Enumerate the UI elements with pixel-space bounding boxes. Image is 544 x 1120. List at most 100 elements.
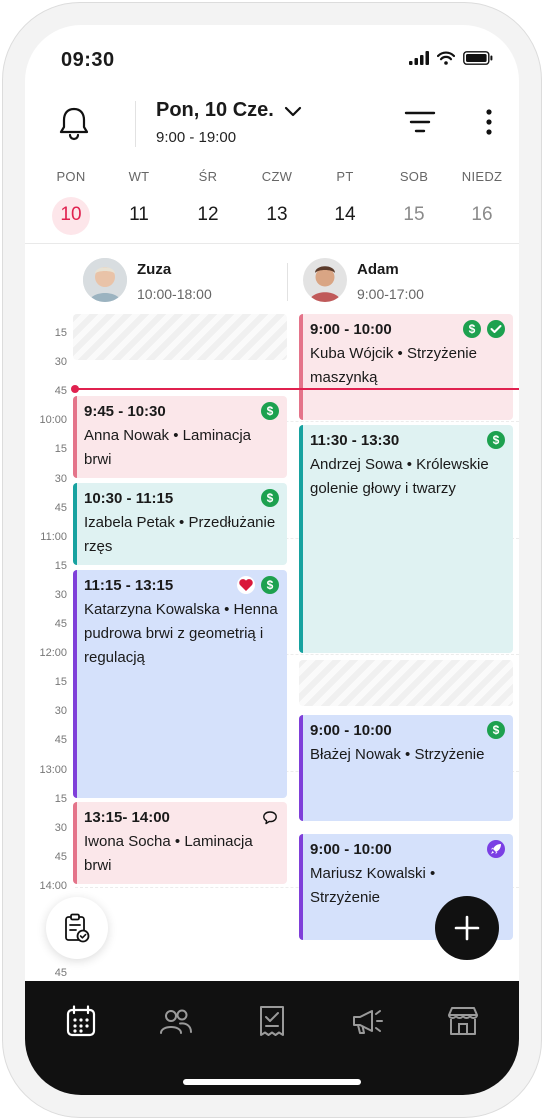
filter-button[interactable] (403, 109, 437, 135)
appointment-time: 9:45 - 10:30 (84, 403, 166, 420)
notifications-button[interactable] (57, 105, 91, 141)
time-label: 30 (54, 588, 67, 601)
time-label: 14:00 (39, 879, 67, 892)
paid-dollar-icon: $ (463, 320, 481, 338)
appointment-badges (261, 808, 279, 826)
appointment-description: Iwona Socha • Laminacja brwi (84, 833, 253, 874)
time-label: 45 (54, 734, 67, 747)
staff-name: Adam (357, 261, 399, 278)
checkmark-icon (487, 320, 505, 338)
nav-calendar[interactable] (63, 1003, 99, 1039)
time-label: 15 (54, 559, 67, 572)
appointment-description: Błażej Nowak • Strzyżenie (310, 746, 485, 763)
day-tue[interactable]: WT 11 (103, 169, 175, 235)
appointment-badges: $ (237, 576, 279, 594)
time-label: 13:00 (39, 763, 67, 776)
day-sat[interactable]: SOB 15 (378, 169, 450, 235)
time-label: 30 (54, 705, 67, 718)
day-label: SOB (399, 169, 429, 184)
clipboard-button[interactable] (46, 897, 108, 959)
calendar-icon (66, 1005, 96, 1037)
appointment-card[interactable]: 10:30 - 11:15 Izabela Petak • Przedłużan… (73, 483, 287, 565)
current-time-dot (71, 385, 79, 393)
avatar (303, 258, 347, 302)
appointment-time: 9:00 - 10:00 (310, 722, 392, 739)
rocket-icon (487, 840, 505, 858)
appointment-card[interactable]: 13:15- 14:00 Iwona Socha • Laminacja brw… (73, 802, 287, 884)
time-label: 15 (54, 676, 67, 689)
paid-dollar-icon: $ (487, 721, 505, 739)
appointment-card[interactable]: 11:15 - 13:15 Katarzyna Kowalska • Henna… (73, 570, 287, 798)
appointment-badges: $ (487, 721, 505, 739)
status-icons (409, 51, 493, 65)
appointment-color-bar (299, 715, 303, 821)
add-appointment-button[interactable] (435, 896, 499, 960)
staff-name: Zuza (137, 261, 172, 278)
appointment-color-bar (73, 396, 77, 478)
person-photo-icon (303, 258, 347, 302)
appointment-time: 13:15- 14:00 (84, 809, 170, 826)
time-label: 30 (54, 356, 67, 369)
appointment-badges: $ (261, 489, 279, 507)
plus-icon (454, 915, 480, 941)
unavailable-slot (299, 660, 513, 706)
day-label: WT (128, 169, 150, 184)
appointment-color-bar (73, 802, 77, 884)
appointment-badges (487, 840, 505, 858)
bottom-navigation (25, 981, 519, 1095)
day-wed[interactable]: ŚR 12 (172, 169, 244, 235)
bell-icon (59, 107, 89, 141)
appointment-card[interactable]: 9:00 - 10:00 Kuba Wójcik • Strzyżenie ma… (299, 314, 513, 420)
staff-header-adam[interactable]: Adam 9:00-17:00 (303, 258, 424, 302)
battery-icon (463, 51, 493, 65)
appointment-color-bar (299, 425, 303, 653)
calendar-timeline: 15 30 45 10:00 15 30 45 11:00 15 30 45 12:00 15 30 45 1… (25, 310, 519, 980)
appointment-badges: $ (487, 431, 505, 449)
nav-sales[interactable] (254, 1003, 290, 1039)
appointment-card[interactable]: 9:45 - 10:30 Anna Nowak • Laminacja brwi… (73, 396, 287, 478)
clients-icon (160, 1009, 192, 1034)
chevron-down-icon (284, 106, 302, 117)
day-number: 10 (52, 197, 90, 235)
appointment-color-bar (73, 483, 77, 565)
time-label: 45 (54, 967, 67, 980)
app-screen: 09:30 Pon, 10 Cze. 9:00 - 19:00 PON 10 W… (25, 25, 519, 1095)
time-label: 45 (54, 385, 67, 398)
staff-header-zuza[interactable]: Zuza 10:00-18:00 (83, 258, 212, 302)
working-hours: 9:00 - 19:00 (156, 129, 237, 146)
more-options-button[interactable] (477, 107, 501, 137)
day-mon[interactable]: PON 10 (35, 169, 107, 235)
receipt-icon (260, 1006, 284, 1036)
nav-clients[interactable] (158, 1003, 194, 1039)
avatar (83, 258, 127, 302)
day-number: 11 (129, 204, 149, 225)
date-picker-title[interactable]: Pon, 10 Cze. (156, 99, 274, 122)
paid-dollar-icon: $ (487, 431, 505, 449)
megaphone-icon (353, 1010, 383, 1034)
day-label: CZW (261, 169, 293, 184)
week-strip: PON 10 WT 11 ŚR 12 CZW 13 PT 14 SOB 15 N… (35, 169, 509, 235)
time-label: 10:00 (39, 414, 67, 427)
appointment-description: Anna Nowak • Laminacja brwi (84, 427, 252, 468)
day-thu[interactable]: CZW 13 (241, 169, 313, 235)
nav-marketing[interactable] (350, 1003, 386, 1039)
nav-store[interactable] (445, 1003, 481, 1039)
appointment-color-bar (299, 834, 303, 940)
day-number: 16 (471, 204, 493, 225)
appointment-card[interactable]: 11:30 - 13:30 Andrzej Sowa • Królewskie … (299, 425, 513, 653)
day-label: PON (56, 169, 86, 184)
person-photo-icon (83, 258, 127, 302)
time-label: 12:00 (39, 647, 67, 660)
signal-icon (409, 51, 429, 65)
time-label: 15 (54, 327, 67, 339)
paid-dollar-icon: $ (261, 489, 279, 507)
date-picker-toggle[interactable] (283, 105, 303, 119)
time-label: 11:00 (40, 530, 67, 543)
staff-hours: 9:00-17:00 (357, 286, 424, 302)
paid-dollar-icon: $ (261, 576, 279, 594)
appointment-card[interactable]: 9:00 - 10:00 Błażej Nowak • Strzyżenie $ (299, 715, 513, 821)
day-fri[interactable]: PT 14 (309, 169, 381, 235)
more-vertical-icon (486, 109, 492, 135)
clipboard-check-icon (65, 913, 90, 943)
day-sun[interactable]: NIEDZ 16 (446, 169, 518, 235)
